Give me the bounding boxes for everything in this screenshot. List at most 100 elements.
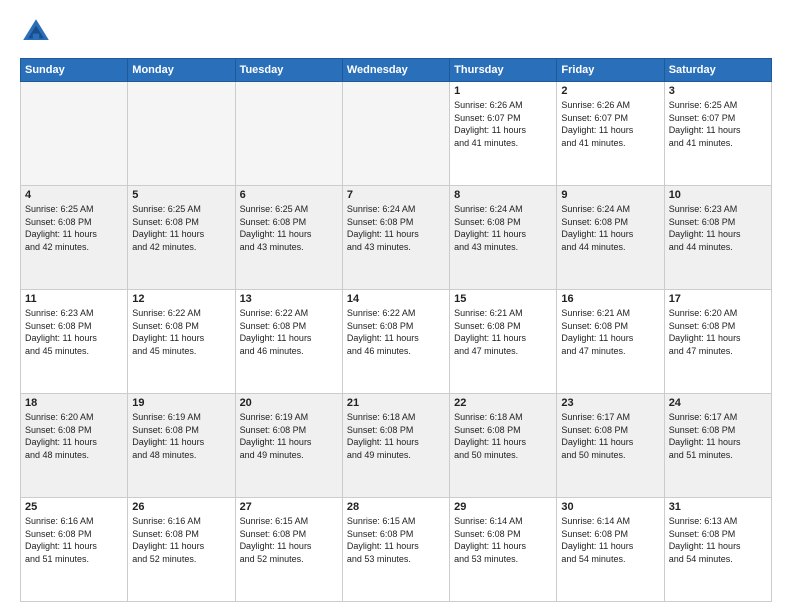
- day-info: Sunrise: 6:21 AM Sunset: 6:08 PM Dayligh…: [561, 307, 659, 357]
- calendar-cell: 8 Sunrise: 6:24 AM Sunset: 6:08 PM Daylig…: [450, 186, 557, 290]
- calendar-cell: 14 Sunrise: 6:22 AM Sunset: 6:08 PM Dayli…: [342, 290, 449, 394]
- day-of-week-header: Sunday: [21, 59, 128, 82]
- day-number: 16: [561, 293, 659, 305]
- calendar-cell: 12Sunrise: 6:22 AM Sunset: 6:08 PM Dayli…: [128, 290, 235, 394]
- calendar-cell: 18 Sunrise: 6:20 AM Sunset: 6:08 PM Dayli…: [21, 394, 128, 498]
- calendar-cell: 2Sunrise: 6:26 AM Sunset: 6:07 PM Daylig…: [557, 82, 664, 186]
- calendar-cell: 21Sunrise: 6:18 AM Sunset: 6:08 PM Dayli…: [342, 394, 449, 498]
- day-number: 19: [132, 397, 230, 409]
- header: [20, 16, 772, 48]
- day-of-week-header: Friday: [557, 59, 664, 82]
- calendar-week-row: 18 Sunrise: 6:20 AM Sunset: 6:08 PM Dayli…: [21, 394, 772, 498]
- day-info: Sunrise: 6:24 AM Sunset: 6:08 PM Dayligh…: [454, 203, 552, 253]
- calendar-cell: 7 Sunrise: 6:24 AM Sunset: 6:08 PM Daylig…: [342, 186, 449, 290]
- day-number: 4: [25, 189, 123, 201]
- calendar-cell: 29Sunrise: 6:14 AM Sunset: 6:08 PM Dayli…: [450, 498, 557, 602]
- day-number: 5: [132, 189, 230, 201]
- day-of-week-header: Monday: [128, 59, 235, 82]
- day-info: Sunrise: 6:14 AM Sunset: 6:08 PM Dayligh…: [561, 515, 659, 565]
- day-info: Sunrise: 6:15 AM Sunset: 6:08 PM Dayligh…: [347, 515, 445, 565]
- calendar-cell: 11 Sunrise: 6:23 AM Sunset: 6:08 PM Dayli…: [21, 290, 128, 394]
- day-number: 13: [240, 293, 338, 305]
- day-number: 11: [25, 293, 123, 305]
- calendar-cell: 25 Sunrise: 6:16 AM Sunset: 6:08 PM Dayli…: [21, 498, 128, 602]
- day-info: Sunrise: 6:14 AM Sunset: 6:08 PM Dayligh…: [454, 515, 552, 565]
- calendar-cell: 23 Sunrise: 6:17 AM Sunset: 6:08 PM Dayli…: [557, 394, 664, 498]
- day-number: 30: [561, 501, 659, 513]
- day-number: 3: [669, 85, 767, 97]
- day-number: 1: [454, 85, 552, 97]
- day-number: 14: [347, 293, 445, 305]
- day-number: 21: [347, 397, 445, 409]
- day-info: Sunrise: 6:24 AM Sunset: 6:08 PM Dayligh…: [561, 203, 659, 253]
- day-number: 24: [669, 397, 767, 409]
- day-info: Sunrise: 6:22 AM Sunset: 6:08 PM Dayligh…: [347, 307, 445, 357]
- day-info: Sunrise: 6:25 AM Sunset: 6:08 PM Dayligh…: [240, 203, 338, 253]
- day-number: 26: [132, 501, 230, 513]
- calendar-cell: 24 Sunrise: 6:17 AM Sunset: 6:08 PM Dayli…: [664, 394, 771, 498]
- day-of-week-header: Wednesday: [342, 59, 449, 82]
- calendar-cell: 19Sunrise: 6:19 AM Sunset: 6:08 PM Dayli…: [128, 394, 235, 498]
- day-info: Sunrise: 6:25 AM Sunset: 6:08 PM Dayligh…: [25, 203, 123, 253]
- day-number: 28: [347, 501, 445, 513]
- day-info: Sunrise: 6:16 AM Sunset: 6:08 PM Dayligh…: [25, 515, 123, 565]
- day-number: 23: [561, 397, 659, 409]
- day-number: 2: [561, 85, 659, 97]
- day-number: 7: [347, 189, 445, 201]
- day-number: 9: [561, 189, 659, 201]
- calendar-cell: 4 Sunrise: 6:25 AM Sunset: 6:08 PM Daylig…: [21, 186, 128, 290]
- calendar-cell: [128, 82, 235, 186]
- calendar-cell: 30 Sunrise: 6:14 AM Sunset: 6:08 PM Dayli…: [557, 498, 664, 602]
- day-number: 17: [669, 293, 767, 305]
- calendar-week-row: 4 Sunrise: 6:25 AM Sunset: 6:08 PM Daylig…: [21, 186, 772, 290]
- calendar-cell: 26Sunrise: 6:16 AM Sunset: 6:08 PM Dayli…: [128, 498, 235, 602]
- calendar-week-row: 25 Sunrise: 6:16 AM Sunset: 6:08 PM Dayli…: [21, 498, 772, 602]
- logo: [20, 16, 56, 48]
- calendar-cell: 17Sunrise: 6:20 AM Sunset: 6:08 PM Dayli…: [664, 290, 771, 394]
- day-number: 27: [240, 501, 338, 513]
- day-info: Sunrise: 6:23 AM Sunset: 6:08 PM Dayligh…: [25, 307, 123, 357]
- calendar-table: SundayMondayTuesdayWednesdayThursdayFrid…: [20, 58, 772, 602]
- day-number: 15: [454, 293, 552, 305]
- calendar-cell: 15 Sunrise: 6:21 AM Sunset: 6:08 PM Dayli…: [450, 290, 557, 394]
- day-number: 25: [25, 501, 123, 513]
- calendar-cell: 28 Sunrise: 6:15 AM Sunset: 6:08 PM Dayli…: [342, 498, 449, 602]
- day-info: Sunrise: 6:20 AM Sunset: 6:08 PM Dayligh…: [25, 411, 123, 461]
- day-info: Sunrise: 6:21 AM Sunset: 6:08 PM Dayligh…: [454, 307, 552, 357]
- day-number: 8: [454, 189, 552, 201]
- day-info: Sunrise: 6:18 AM Sunset: 6:08 PM Dayligh…: [454, 411, 552, 461]
- day-info: Sunrise: 6:19 AM Sunset: 6:08 PM Dayligh…: [240, 411, 338, 461]
- day-info: Sunrise: 6:24 AM Sunset: 6:08 PM Dayligh…: [347, 203, 445, 253]
- calendar-header-row: SundayMondayTuesdayWednesdayThursdayFrid…: [21, 59, 772, 82]
- day-info: Sunrise: 6:26 AM Sunset: 6:07 PM Dayligh…: [454, 99, 552, 149]
- day-info: Sunrise: 6:25 AM Sunset: 6:08 PM Dayligh…: [132, 203, 230, 253]
- day-info: Sunrise: 6:25 AM Sunset: 6:07 PM Dayligh…: [669, 99, 767, 149]
- calendar-cell: 13 Sunrise: 6:22 AM Sunset: 6:08 PM Dayli…: [235, 290, 342, 394]
- day-info: Sunrise: 6:13 AM Sunset: 6:08 PM Dayligh…: [669, 515, 767, 565]
- logo-icon: [20, 16, 52, 48]
- calendar-cell: 6 Sunrise: 6:25 AM Sunset: 6:08 PM Daylig…: [235, 186, 342, 290]
- calendar-cell: 10 Sunrise: 6:23 AM Sunset: 6:08 PM Dayli…: [664, 186, 771, 290]
- calendar-cell: [342, 82, 449, 186]
- calendar-cell: 27 Sunrise: 6:15 AM Sunset: 6:08 PM Dayli…: [235, 498, 342, 602]
- calendar-cell: 9 Sunrise: 6:24 AM Sunset: 6:08 PM Daylig…: [557, 186, 664, 290]
- calendar-cell: 16 Sunrise: 6:21 AM Sunset: 6:08 PM Dayli…: [557, 290, 664, 394]
- calendar-cell: 31Sunrise: 6:13 AM Sunset: 6:08 PM Dayli…: [664, 498, 771, 602]
- day-info: Sunrise: 6:15 AM Sunset: 6:08 PM Dayligh…: [240, 515, 338, 565]
- calendar-cell: 22Sunrise: 6:18 AM Sunset: 6:08 PM Dayli…: [450, 394, 557, 498]
- calendar-cell: 20 Sunrise: 6:19 AM Sunset: 6:08 PM Dayli…: [235, 394, 342, 498]
- day-number: 20: [240, 397, 338, 409]
- day-info: Sunrise: 6:22 AM Sunset: 6:08 PM Dayligh…: [132, 307, 230, 357]
- day-info: Sunrise: 6:17 AM Sunset: 6:08 PM Dayligh…: [669, 411, 767, 461]
- calendar-cell: [235, 82, 342, 186]
- day-of-week-header: Tuesday: [235, 59, 342, 82]
- day-number: 6: [240, 189, 338, 201]
- day-info: Sunrise: 6:23 AM Sunset: 6:08 PM Dayligh…: [669, 203, 767, 253]
- day-of-week-header: Thursday: [450, 59, 557, 82]
- day-number: 18: [25, 397, 123, 409]
- calendar-cell: 3 Sunrise: 6:25 AM Sunset: 6:07 PM Daylig…: [664, 82, 771, 186]
- day-info: Sunrise: 6:17 AM Sunset: 6:08 PM Dayligh…: [561, 411, 659, 461]
- day-info: Sunrise: 6:22 AM Sunset: 6:08 PM Dayligh…: [240, 307, 338, 357]
- day-number: 10: [669, 189, 767, 201]
- page: SundayMondayTuesdayWednesdayThursdayFrid…: [0, 0, 792, 612]
